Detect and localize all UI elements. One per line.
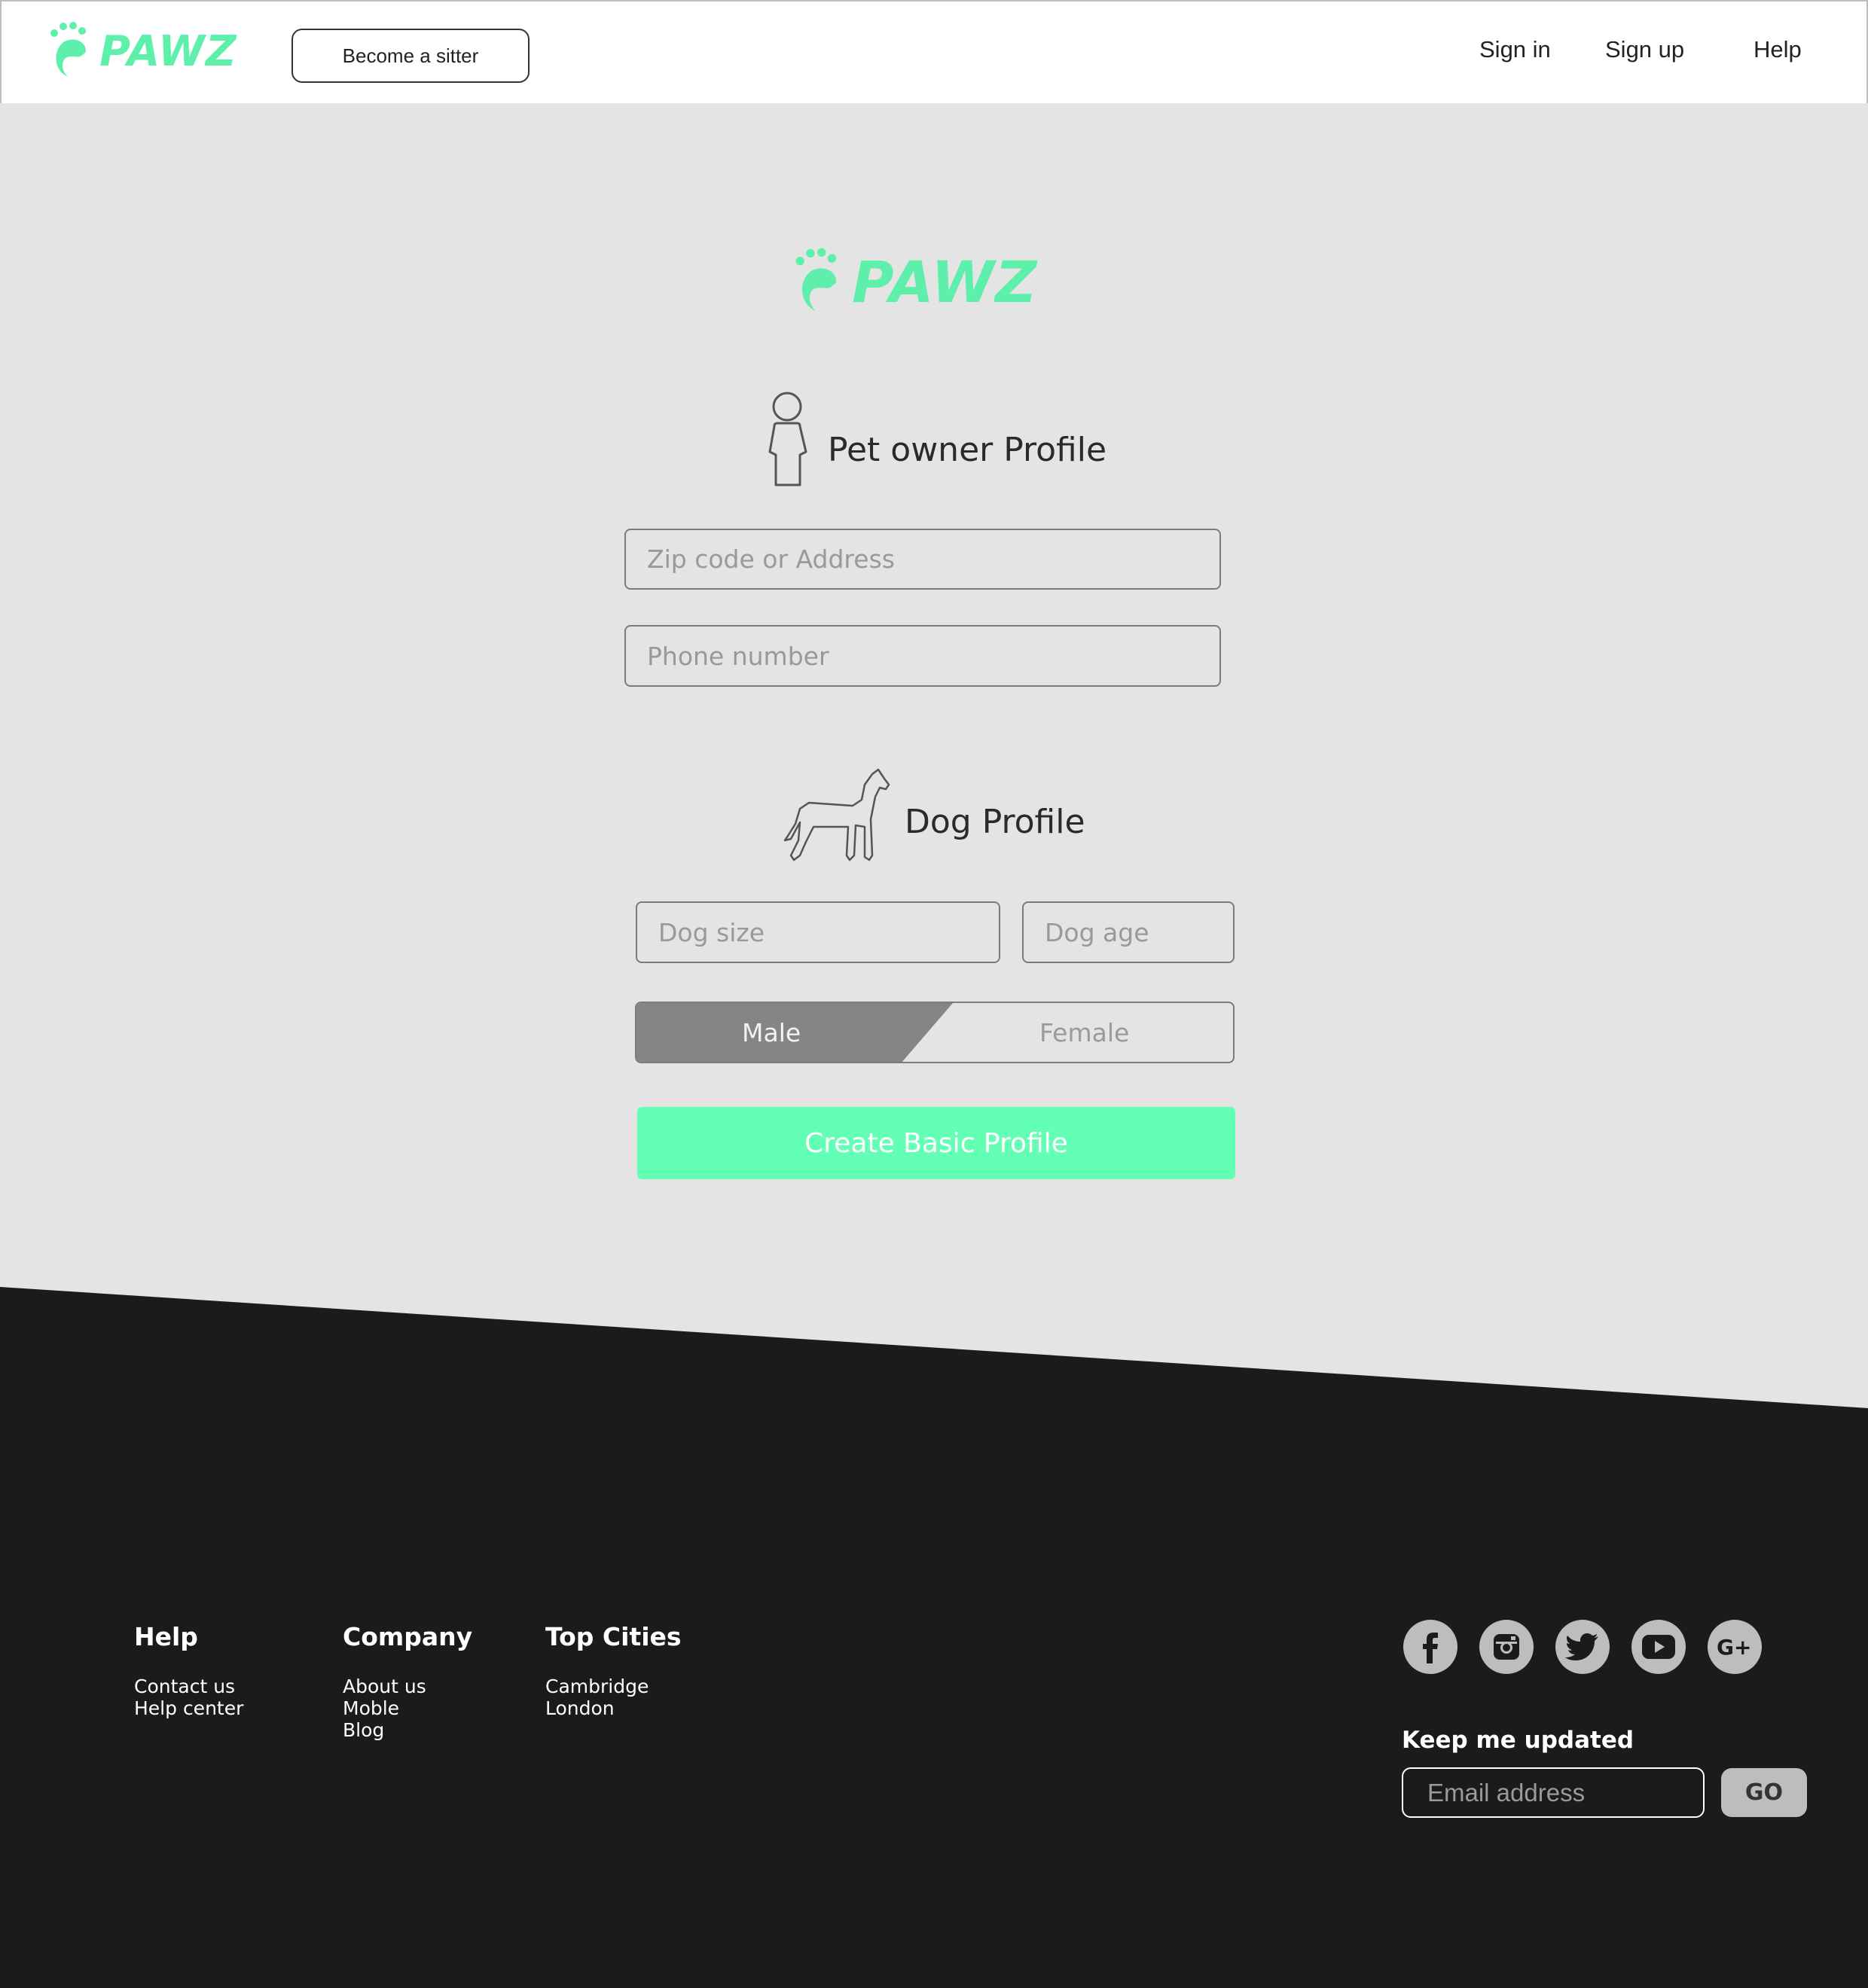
gender-option-male[interactable]: Male bbox=[742, 1018, 801, 1047]
twitter-icon[interactable] bbox=[1555, 1620, 1610, 1674]
instagram-icon[interactable] bbox=[1479, 1620, 1534, 1674]
paw-logo-icon bbox=[50, 22, 86, 77]
footer-heading-cities: Top Cities bbox=[545, 1622, 682, 1651]
sign-up-link[interactable]: Sign up bbox=[1605, 36, 1684, 63]
newsletter-go-button[interactable]: GO bbox=[1721, 1768, 1807, 1817]
newsletter-email-input[interactable]: Email address bbox=[1402, 1767, 1705, 1818]
youtube-icon[interactable] bbox=[1631, 1620, 1686, 1674]
dog-icon bbox=[783, 768, 890, 861]
footer-heading-help: Help bbox=[134, 1622, 198, 1651]
footer-link-cambridge[interactable]: Cambridge bbox=[545, 1675, 649, 1698]
owner-profile-title: Pet owner Profile bbox=[828, 431, 1107, 469]
footer-link-blog[interactable]: Blog bbox=[343, 1719, 384, 1742]
person-icon bbox=[768, 392, 807, 486]
svg-text:G+: G+ bbox=[1717, 1636, 1751, 1658]
facebook-icon[interactable] bbox=[1403, 1620, 1457, 1674]
newsletter-heading: Keep me updated bbox=[1402, 1727, 1634, 1754]
main-logo: PAWZ bbox=[793, 239, 1037, 324]
google-plus-icon[interactable]: G+ bbox=[1708, 1620, 1762, 1674]
footer-heading-company: Company bbox=[343, 1622, 473, 1651]
brand-name: PAWZ bbox=[99, 26, 237, 76]
gender-option-female[interactable]: Female bbox=[1039, 1018, 1129, 1047]
phone-input[interactable]: Phone number bbox=[624, 625, 1221, 687]
dog-age-input[interactable]: Dog age bbox=[1022, 901, 1235, 963]
become-sitter-button[interactable]: Become a sitter bbox=[291, 29, 530, 83]
brand-name-large: PAWZ bbox=[852, 248, 1038, 316]
sign-in-link[interactable]: Sign in bbox=[1479, 36, 1551, 63]
footer-link-london[interactable]: London bbox=[545, 1697, 615, 1720]
top-navbar: PAWZ Become a sitter Sign in Sign up Hel… bbox=[0, 0, 1868, 103]
dog-size-input[interactable]: Dog size bbox=[636, 901, 1000, 963]
dog-profile-title: Dog Profile bbox=[905, 803, 1085, 841]
footer-link-contact[interactable]: Contact us bbox=[134, 1675, 235, 1698]
gender-toggle[interactable]: Male Female bbox=[635, 1002, 1235, 1063]
create-profile-button[interactable]: Create Basic Profile bbox=[637, 1107, 1235, 1179]
address-input[interactable]: Zip code or Address bbox=[624, 529, 1221, 590]
footer-link-mobile[interactable]: Moble bbox=[343, 1697, 399, 1720]
footer-link-help-center[interactable]: Help center bbox=[134, 1697, 243, 1720]
footer-link-about[interactable]: About us bbox=[343, 1675, 426, 1698]
help-link[interactable]: Help bbox=[1754, 36, 1802, 63]
paw-logo-icon bbox=[795, 248, 837, 311]
header-logo[interactable]: PAWZ bbox=[48, 21, 237, 81]
